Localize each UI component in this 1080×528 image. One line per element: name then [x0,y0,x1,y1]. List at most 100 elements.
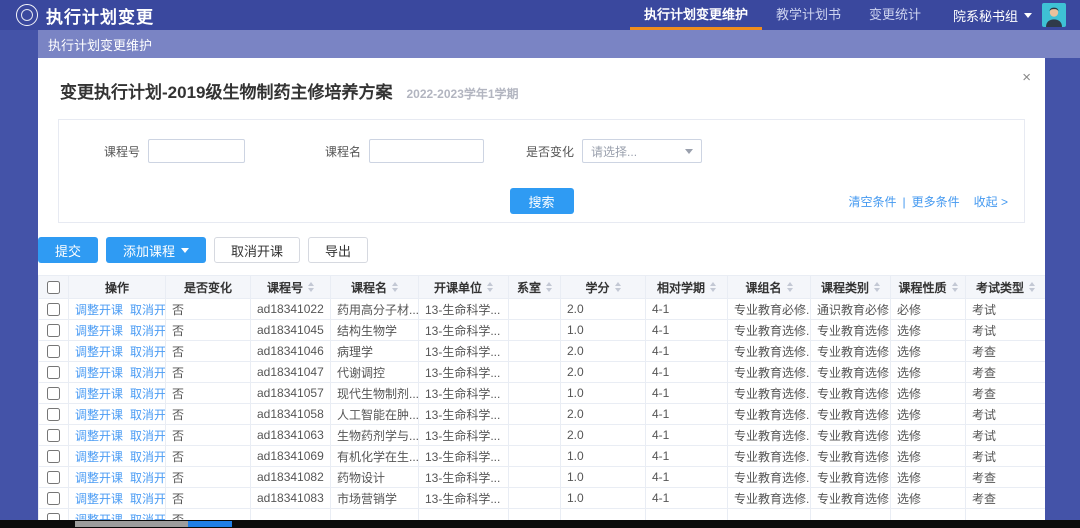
adjust-course-link[interactable]: 调整开课 [75,345,123,359]
table-row: 调整开课取消开课否ad18341069有机化学在生...13-生命科学...1.… [39,446,1046,467]
cell-dept [509,467,561,488]
user-role-dropdown[interactable]: 院系秘书组 [953,6,1032,25]
avatar[interactable] [1042,3,1066,27]
breadcrumb[interactable]: 执行计划变更维护 [48,35,152,54]
sort-icon[interactable] [487,282,493,292]
cell-group: 专业教育必修... [728,299,811,320]
cell-nature: 选修 [891,341,966,362]
cancel-course-link[interactable]: 取消开课 [130,345,165,359]
cancel-course-link[interactable]: 取消开课 [130,303,165,317]
cancel-course-link[interactable]: 取消开课 [130,429,165,443]
scrollbar-thumb[interactable] [188,521,232,527]
sort-icon[interactable] [392,282,398,292]
sort-icon[interactable] [787,282,793,292]
row-checkbox[interactable] [47,492,60,505]
more-conditions-link[interactable]: 更多条件 [912,193,960,210]
row-checkbox[interactable] [47,324,60,337]
adjust-course-link[interactable]: 调整开课 [75,471,123,485]
cell-rel_semester: 4-1 [646,362,728,383]
sort-icon[interactable] [710,282,716,292]
cancel-course-link[interactable]: 取消开课 [130,387,165,401]
column-header-label: 相对学期 [657,279,705,296]
tab-change-statistics[interactable]: 变更统计 [855,0,935,30]
sort-icon[interactable] [952,282,958,292]
scrollbar-buffer-segment [75,521,188,527]
cell-changed: 否 [166,404,251,425]
row-checkbox[interactable] [47,366,60,379]
cell-credits: 2.0 [561,362,646,383]
cell-credits: 1.0 [561,467,646,488]
row-checkbox[interactable] [47,429,60,442]
column-header-11[interactable]: 考试类型 [966,276,1046,299]
cell-course_name: 有机化学在生... [331,446,419,467]
column-header-6[interactable]: 学分 [561,276,646,299]
cell-category: 专业教育选修... [811,320,891,341]
row-actions: 调整开课取消开课 [69,467,166,488]
column-header-8[interactable]: 课组名 [728,276,811,299]
sort-icon[interactable] [874,282,880,292]
cell-group: 专业教育选修... [728,425,811,446]
column-header-5[interactable]: 系室 [509,276,561,299]
cell-credits: 1.0 [561,488,646,509]
close-icon[interactable]: × [1022,70,1031,85]
chevron-down-icon [685,149,693,154]
cancel-course-button[interactable]: 取消开课 [214,237,300,263]
cancel-course-link[interactable]: 取消开课 [130,366,165,380]
cell-nature: 选修 [891,362,966,383]
sort-icon[interactable] [615,282,621,292]
column-header-7[interactable]: 相对学期 [646,276,728,299]
column-header-label: 课程性质 [898,279,946,296]
adjust-course-link[interactable]: 调整开课 [75,450,123,464]
sort-icon[interactable] [546,282,552,292]
export-button[interactable]: 导出 [308,237,368,263]
column-header-10[interactable]: 课程性质 [891,276,966,299]
select-all-checkbox[interactable] [47,281,60,294]
table-row: 调整开课取消开课否ad18341045结构生物学13-生命科学...1.04-1… [39,320,1046,341]
column-header-1: 是否变化 [166,276,251,299]
course-name-input[interactable] [369,139,484,163]
row-checkbox[interactable] [47,471,60,484]
sort-icon[interactable] [1029,282,1035,292]
adjust-course-link[interactable]: 调整开课 [75,492,123,506]
collapse-link[interactable]: 收起 > [974,193,1008,210]
cell-exam: 考试 [966,320,1046,341]
changed-select[interactable]: 请选择... [582,139,702,163]
course-no-input[interactable] [148,139,245,163]
clear-conditions-link[interactable]: 清空条件 [849,193,897,210]
cell-course_name: 现代生物制剂... [331,383,419,404]
submit-button[interactable]: 提交 [38,237,98,263]
adjust-course-link[interactable]: 调整开课 [75,324,123,338]
adjust-course-link[interactable]: 调整开课 [75,387,123,401]
adjust-course-link[interactable]: 调整开课 [75,408,123,422]
cell-credits: 1.0 [561,446,646,467]
tab-teaching-plan-book[interactable]: 教学计划书 [762,0,855,30]
add-course-dropdown-button[interactable]: 添加课程 [106,237,206,263]
cell-course_name: 病理学 [331,341,419,362]
row-checkbox[interactable] [47,345,60,358]
cell-nature: 选修 [891,383,966,404]
column-header-4[interactable]: 开课单位 [419,276,509,299]
sort-icon[interactable] [308,282,314,292]
row-actions: 调整开课取消开课 [69,320,166,341]
cell-credits: 1.0 [561,383,646,404]
cell-exam: 考查 [966,341,1046,362]
cell-category: 专业教育选修... [811,425,891,446]
row-checkbox[interactable] [47,450,60,463]
column-header-9[interactable]: 课程类别 [811,276,891,299]
cancel-course-link[interactable]: 取消开课 [130,471,165,485]
adjust-course-link[interactable]: 调整开课 [75,366,123,380]
cancel-course-link[interactable]: 取消开课 [130,408,165,422]
search-button[interactable]: 搜索 [510,188,574,214]
adjust-course-link[interactable]: 调整开课 [75,429,123,443]
tab-plan-change-maintenance[interactable]: 执行计划变更维护 [630,0,762,30]
cancel-course-link[interactable]: 取消开课 [130,450,165,464]
row-checkbox[interactable] [47,303,60,316]
cell-exam: 考查 [966,383,1046,404]
cancel-course-link[interactable]: 取消开课 [130,324,165,338]
adjust-course-link[interactable]: 调整开课 [75,303,123,317]
row-checkbox[interactable] [47,408,60,421]
cancel-course-link[interactable]: 取消开课 [130,492,165,506]
row-checkbox[interactable] [47,387,60,400]
column-header-2[interactable]: 课程号 [251,276,331,299]
column-header-3[interactable]: 课程名 [331,276,419,299]
